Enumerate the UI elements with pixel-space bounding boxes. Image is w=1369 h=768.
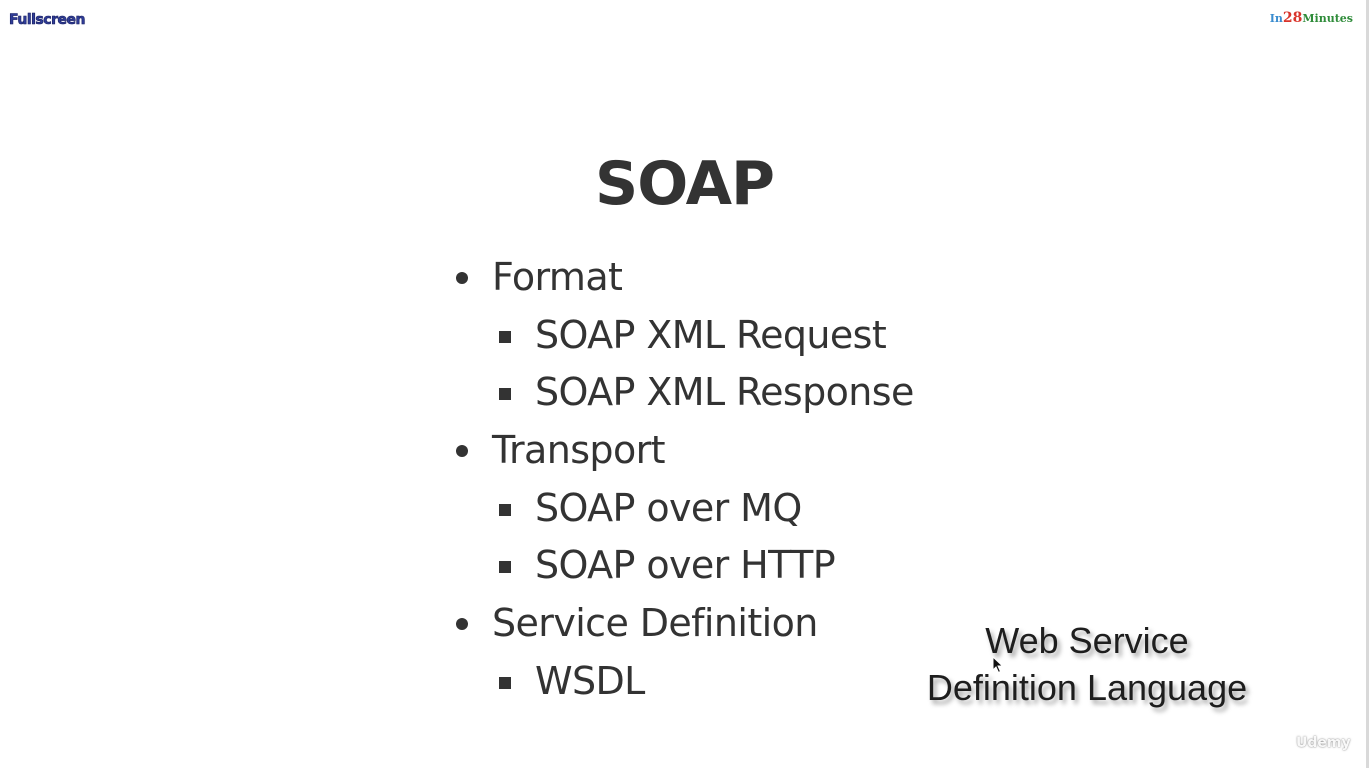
udemy-watermark: Udemy: [1277, 732, 1351, 751]
mouse-cursor-icon: [992, 656, 1004, 674]
sub-bullet-wsdl: WSDL: [499, 652, 645, 710]
bullet-format: Format: [455, 248, 623, 306]
in28minutes-logo: In28Minutes: [1270, 10, 1353, 26]
sub-bullet-soap-over-mq: SOAP over MQ: [499, 479, 802, 537]
sub-bullet-soap-xml-request: SOAP XML Request: [498, 306, 887, 364]
logo-part-minutes: Minutes: [1302, 12, 1353, 25]
sub-bullet-soap-over-http: SOAP over HTTP: [498, 536, 836, 594]
sub-bullet-soap-xml-response: SOAP XML Response: [499, 363, 914, 421]
wsdl-annotation: Web Service Definition Language: [905, 617, 1269, 711]
slide-title: SOAP: [594, 149, 775, 219]
logo-part-in: In: [1269, 12, 1283, 25]
bullet-service-definition: Service Definition: [456, 594, 818, 652]
fullscreen-button[interactable]: Fullscreen: [9, 12, 86, 29]
annotation-line-1: Web Service: [985, 620, 1189, 661]
udemy-logo-icon: [1278, 732, 1292, 750]
udemy-watermark-text: Udemy: [1296, 735, 1351, 751]
logo-part-number: 28: [1282, 10, 1303, 26]
bullet-transport: Transport: [456, 421, 666, 479]
annotation-line-2: Definition Language: [926, 667, 1248, 708]
